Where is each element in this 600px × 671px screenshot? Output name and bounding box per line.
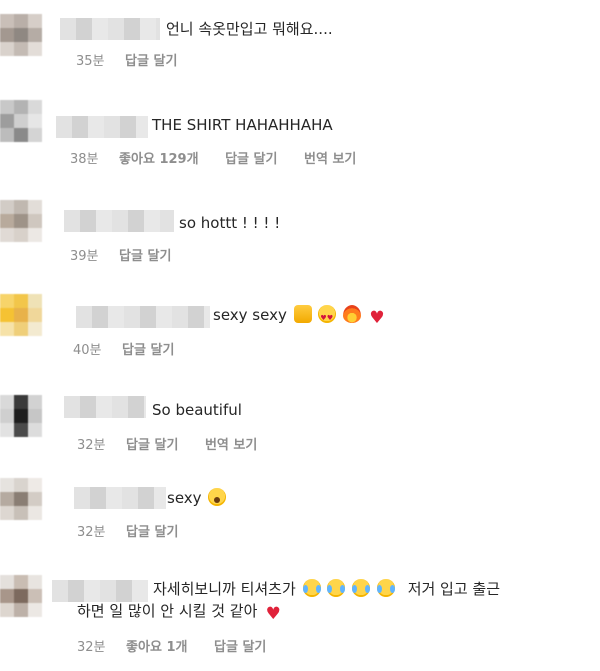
avatar[interactable] xyxy=(0,14,42,56)
comment-text: so hottt ! ! ! ! xyxy=(179,214,281,232)
reply-button[interactable]: 답글 달기 xyxy=(122,343,174,358)
comment-time: 40분 xyxy=(73,343,102,358)
tears-of-joy-icon xyxy=(327,579,346,597)
comment-meta: 32분 좋아요 1개 답글 달기 xyxy=(77,636,288,655)
comment-time: 32분 xyxy=(77,525,106,540)
username-blurred[interactable] xyxy=(74,487,166,509)
comment-time: 39분 xyxy=(70,249,99,264)
username-blurred[interactable] xyxy=(60,18,160,40)
tears-of-joy-icon xyxy=(352,579,371,597)
fire-icon xyxy=(343,305,362,323)
tears-of-joy-icon xyxy=(376,579,395,597)
comment-meta: 32분 답글 달기 xyxy=(77,521,200,540)
comment-meta: 39분 답글 달기 xyxy=(70,245,193,264)
reply-button[interactable]: 답글 달기 xyxy=(225,152,277,167)
comment-text: THE SHIRT HAHAHHAHA xyxy=(152,116,333,134)
comment-text-line1-after: 저거 입고 출근 xyxy=(407,580,501,598)
username-blurred[interactable] xyxy=(56,116,148,138)
comment-text-body: 하면 일 많이 안 시킬 것 같아 xyxy=(77,602,258,620)
username-blurred[interactable] xyxy=(64,210,174,232)
comment-time: 32분 xyxy=(77,640,106,655)
comment-meta: 32분 답글 달기 번역 보기 xyxy=(77,434,279,453)
comment-meta: 40분 답글 달기 xyxy=(73,339,196,358)
avatar[interactable] xyxy=(0,478,42,520)
comment-text: sexy sexy ♥ xyxy=(213,304,386,329)
tears-of-joy-icon xyxy=(302,579,321,597)
avatar[interactable] xyxy=(0,294,42,336)
likes-count[interactable]: 좋아요 1개 xyxy=(126,640,187,655)
translate-button[interactable]: 번역 보기 xyxy=(205,438,257,453)
comment-text-line1: 자세히보니까 티셔츠가 xyxy=(153,580,296,598)
comment-text-body: sexy xyxy=(167,489,202,507)
avatar[interactable] xyxy=(0,100,42,142)
raising-hands-icon xyxy=(293,305,312,323)
reply-button[interactable]: 답글 달기 xyxy=(119,249,171,264)
hushed-face-icon xyxy=(208,488,227,506)
comment-meta: 38분 좋아요 129개 답글 달기 번역 보기 xyxy=(70,148,378,167)
red-heart-icon: ♥ xyxy=(369,308,385,328)
avatar[interactable] xyxy=(0,395,42,437)
username-blurred[interactable] xyxy=(76,306,210,328)
red-heart-icon: ♥ xyxy=(265,604,281,624)
comment-text: So beautiful xyxy=(152,401,242,419)
avatar[interactable] xyxy=(0,575,42,617)
comment-text: 언니 속옷만입고 뭐해요.... xyxy=(166,20,333,38)
comment-time: 35분 xyxy=(76,54,105,69)
comment-text-line2: 하면 일 많이 안 시킬 것 같아 ♥ xyxy=(77,600,282,623)
comment-text: sexy xyxy=(167,487,227,509)
reply-button[interactable]: 답글 달기 xyxy=(126,438,178,453)
likes-count[interactable]: 좋아요 129개 xyxy=(119,152,199,167)
username-blurred[interactable] xyxy=(64,396,146,418)
comment-text: 자세히보니까 티셔츠가 저거 입고 출근 xyxy=(153,578,500,600)
avatar[interactable] xyxy=(0,200,42,242)
reply-button[interactable]: 답글 달기 xyxy=(125,54,177,69)
comment-time: 32분 xyxy=(77,438,106,453)
reply-button[interactable]: 답글 달기 xyxy=(214,640,266,655)
username-blurred[interactable] xyxy=(52,580,148,602)
comment-time: 38분 xyxy=(70,152,99,167)
comment-text-body: sexy sexy xyxy=(213,306,287,324)
reply-button[interactable]: 답글 달기 xyxy=(126,525,178,540)
translate-button[interactable]: 번역 보기 xyxy=(304,152,356,167)
comment-meta: 35분 답글 달기 xyxy=(76,50,199,69)
heart-eyes-icon xyxy=(318,305,337,329)
